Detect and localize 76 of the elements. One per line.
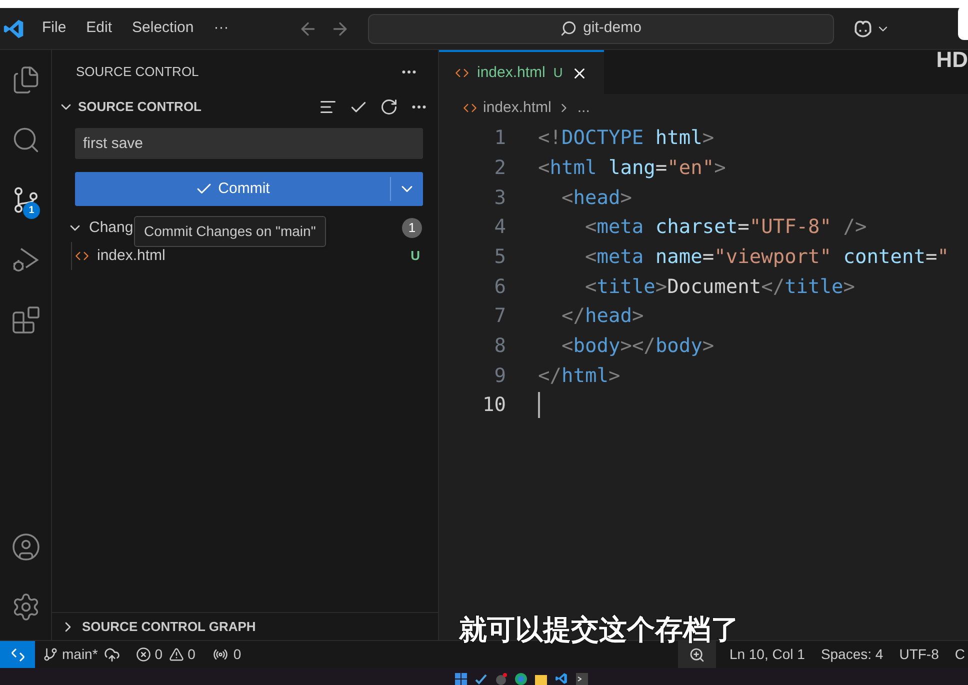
app-icon[interactable] xyxy=(495,673,507,685)
subtitle: 就可以提交这个存档了 xyxy=(459,615,739,644)
error-icon xyxy=(136,647,151,662)
extensions-icon[interactable] xyxy=(11,305,41,335)
sidebar-title: SOURCE CONTROL xyxy=(76,63,199,82)
code-line: <meta name="viewport" content=" xyxy=(584,244,949,270)
file-name: index.html xyxy=(97,246,166,266)
breadcrumb-item[interactable]: index.html xyxy=(483,96,552,120)
zoom-icon[interactable] xyxy=(689,646,706,662)
notification-badge: 1 xyxy=(23,202,40,219)
warning-icon xyxy=(168,647,184,662)
folder-icon[interactable] xyxy=(535,673,547,685)
ports-item[interactable]: 0 xyxy=(213,644,242,665)
problems-item[interactable]: 0 0 xyxy=(136,644,196,665)
file-status: U xyxy=(410,247,420,266)
code-line: <meta charset="UTF-8" /> xyxy=(584,214,867,240)
tooltip: Commit Changes on "main" xyxy=(134,216,326,247)
status-item[interactable]: Spaces: 4 xyxy=(820,644,886,665)
line-number: 7 xyxy=(493,303,506,330)
browser-icon[interactable] xyxy=(515,673,527,685)
menu-item[interactable]: Selection xyxy=(123,15,203,42)
html-file-icon xyxy=(455,66,469,80)
line-number: 10 xyxy=(482,392,506,418)
refresh-icon[interactable] xyxy=(380,98,398,116)
changes-header[interactable]: Chang xyxy=(89,216,134,240)
vscode-logo-icon xyxy=(3,18,25,40)
status-item[interactable]: Ln 10, Col 1 xyxy=(729,644,808,665)
antenna-icon xyxy=(213,647,228,662)
settings-icon[interactable] xyxy=(11,592,41,622)
remote-icon xyxy=(10,646,26,662)
code-line: <head> xyxy=(560,184,632,211)
section-title[interactable]: SOURCE CONTROL xyxy=(78,97,202,117)
commit-message-field[interactable]: first save xyxy=(75,128,423,159)
code-line: <!DOCTYPE html> xyxy=(538,125,714,152)
count-badge: 1 xyxy=(402,218,422,238)
code-line: <title>Document</title> xyxy=(584,274,856,300)
search-icon[interactable] xyxy=(11,125,41,155)
line-number: 6 xyxy=(493,274,506,300)
html-file-icon xyxy=(463,101,477,115)
line-number: 2 xyxy=(493,154,506,181)
html-file-icon xyxy=(75,249,89,263)
status-item[interactable]: UTF-8 xyxy=(899,644,942,665)
windows-icon[interactable] xyxy=(455,673,467,685)
menu-item[interactable]: ··· xyxy=(204,15,238,42)
line-number: 8 xyxy=(493,333,506,360)
branch-item[interactable]: main* xyxy=(43,644,98,665)
view-as-list-icon[interactable] xyxy=(319,98,337,116)
publish-cloud-icon[interactable] xyxy=(104,646,120,662)
editor-tab[interactable]: index.html U xyxy=(439,50,604,94)
search-icon xyxy=(560,20,578,37)
code-line: </html> xyxy=(538,362,620,389)
vscode-logo-icon[interactable] xyxy=(555,672,568,685)
line-number: 4 xyxy=(493,214,506,240)
remote-button[interactable] xyxy=(0,641,35,668)
menu-item[interactable]: Edit xyxy=(77,15,122,42)
code-line: </head> xyxy=(560,303,644,330)
branch-icon xyxy=(43,647,58,662)
status-item[interactable]: C xyxy=(954,644,968,665)
line-number: 3 xyxy=(493,184,506,211)
line-number: 5 xyxy=(493,244,506,270)
code-line: <html lang="en"> xyxy=(538,154,726,181)
breadcrumb-item[interactable]: ... xyxy=(577,96,590,120)
code-line: <body></body> xyxy=(560,333,714,360)
section-title[interactable]: SOURCE CONTROL GRAPH xyxy=(82,616,256,636)
files-icon[interactable] xyxy=(11,65,41,95)
window-edge xyxy=(958,6,968,40)
hd-label: HD xyxy=(936,46,968,74)
app-icon[interactable] xyxy=(475,673,487,685)
menu-item[interactable]: File xyxy=(33,15,76,42)
terminal-icon[interactable] xyxy=(576,673,588,685)
account-icon[interactable] xyxy=(11,532,41,562)
text-cursor xyxy=(538,392,540,418)
line-number: 1 xyxy=(493,125,506,152)
commit-button[interactable]: Commit xyxy=(75,172,423,206)
line-number: 9 xyxy=(493,362,506,389)
command-center-search[interactable]: git-demo xyxy=(368,14,834,44)
